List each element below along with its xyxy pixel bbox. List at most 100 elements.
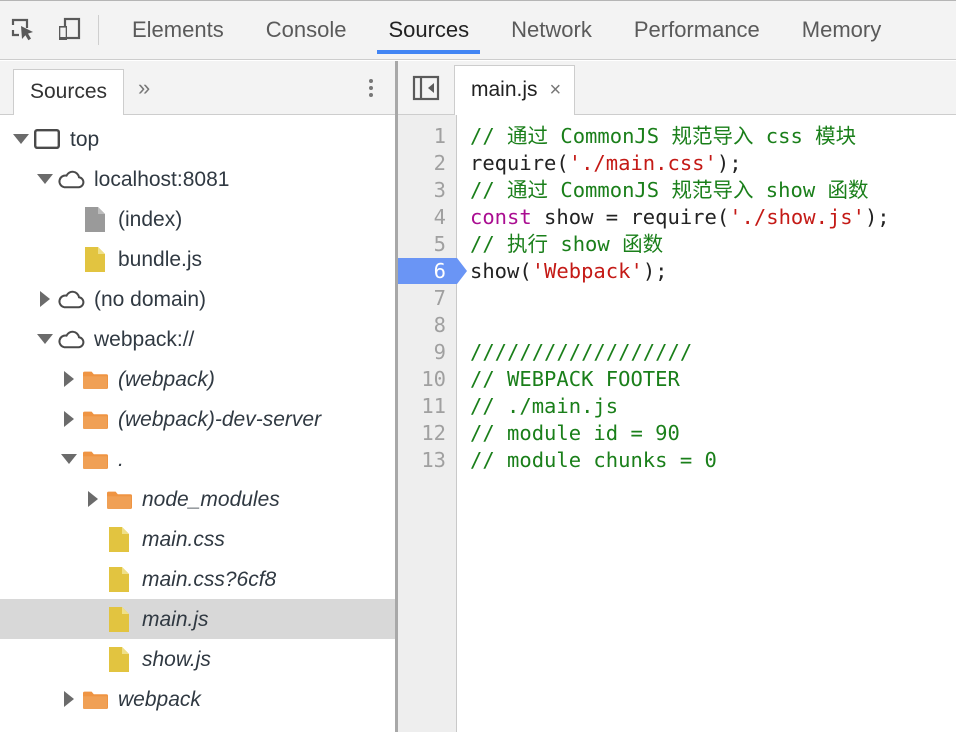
navigator-sidebar: Sources » toplocalhost:8081(index)bundle…: [0, 61, 395, 732]
chevron-down-icon[interactable]: [34, 319, 56, 359]
dot: [369, 93, 373, 97]
js-file-icon: [104, 559, 134, 599]
tree-row-show-js[interactable]: show.js: [0, 639, 395, 679]
line-number-label: 10: [421, 367, 446, 391]
line-number[interactable]: 3: [398, 177, 456, 204]
tree-row-[interactable]: .: [0, 439, 395, 479]
code-token-cm: // module chunks = 0: [470, 448, 717, 472]
twisty-spacer: [58, 239, 80, 279]
line-number-gutter: 12345678910111213: [398, 115, 457, 732]
devtools-toolbar: Elements Console Sources Network Perform…: [0, 0, 956, 60]
tree-row-webpack[interactable]: (webpack): [0, 359, 395, 399]
line-number[interactable]: 5: [398, 231, 456, 258]
tree-row-label: main.css?6cf8: [142, 569, 276, 590]
code-line: //////////////////: [470, 339, 956, 366]
line-number[interactable]: 2: [398, 150, 456, 177]
tab-elements[interactable]: Elements: [111, 0, 245, 60]
close-icon[interactable]: ×: [550, 80, 562, 100]
code-token-kw: const: [470, 205, 532, 229]
code-token-st: './show.js': [729, 205, 865, 229]
code-token-cm: // 通过 CommonJS 规范导入 show 函数: [470, 178, 869, 202]
tree-row-label: webpack: [118, 689, 201, 710]
line-number[interactable]: 9: [398, 339, 456, 366]
line-number[interactable]: 12: [398, 420, 456, 447]
chevron-double-right-icon[interactable]: »: [138, 75, 148, 101]
tree-row-no-domain[interactable]: (no domain): [0, 279, 395, 319]
folder-icon: [80, 439, 110, 479]
tree-row-main-css-6cf8[interactable]: main.css?6cf8: [0, 559, 395, 599]
editor-tab-label: main.js: [471, 78, 538, 102]
code-token-cm: // WEBPACK FOOTER: [470, 367, 680, 391]
toolbar-divider: [98, 15, 99, 45]
tree-row-label: .: [118, 449, 124, 470]
folder-icon: [80, 399, 110, 439]
chevron-right-icon[interactable]: [58, 679, 80, 719]
navigator-tab-label: Sources: [30, 80, 107, 104]
line-number[interactable]: 10: [398, 366, 456, 393]
line-number[interactable]: 1: [398, 123, 456, 150]
chevron-right-icon[interactable]: [58, 359, 80, 399]
tab-sources[interactable]: Sources: [367, 0, 490, 60]
code-token-st: './main.css': [569, 151, 717, 175]
chevron-right-icon[interactable]: [58, 399, 80, 439]
tree-row-label: webpack://: [94, 329, 194, 350]
code-content[interactable]: // 通过 CommonJS 规范导入 css 模块require('./mai…: [457, 115, 956, 732]
tab-network[interactable]: Network: [490, 0, 613, 60]
code-token-cm: // ./main.js: [470, 394, 618, 418]
chevron-down-icon[interactable]: [10, 119, 32, 159]
tree-row-main-js[interactable]: main.js: [0, 599, 395, 639]
execution-line-marker[interactable]: 6: [398, 258, 456, 285]
tree-row-webpack-dev-server[interactable]: (webpack)-dev-server: [0, 399, 395, 439]
inspect-element-icon[interactable]: [0, 0, 46, 60]
editor-tab-main-js[interactable]: main.js ×: [454, 65, 575, 115]
file-tree: toplocalhost:8081(index)bundle.js(no dom…: [0, 115, 395, 719]
code-line: // WEBPACK FOOTER: [470, 366, 956, 393]
tree-row-top[interactable]: top: [0, 119, 395, 159]
chevron-down-icon[interactable]: [58, 439, 80, 479]
tab-performance[interactable]: Performance: [613, 0, 781, 60]
line-number-label: 9: [434, 340, 446, 364]
navigator-header: Sources »: [0, 61, 395, 115]
tree-row-webpack[interactable]: webpack: [0, 679, 395, 719]
show-navigator-icon[interactable]: [398, 61, 454, 115]
editor-tabbar: main.js ×: [398, 61, 956, 115]
vertical-dots-icon[interactable]: [369, 76, 373, 100]
chevron-down-icon[interactable]: [34, 159, 56, 199]
line-number-label: 8: [434, 313, 446, 337]
folder-icon: [80, 359, 110, 399]
document-icon: [80, 199, 110, 239]
code-line: // ./main.js: [470, 393, 956, 420]
tree-row-label: main.js: [142, 609, 209, 630]
line-number[interactable]: 11: [398, 393, 456, 420]
tree-row-node-modules[interactable]: node_modules: [0, 479, 395, 519]
chevron-right-icon[interactable]: [82, 479, 104, 519]
tree-row-label: show.js: [142, 649, 211, 670]
code-token-pl: require(: [470, 151, 569, 175]
line-number-label: 1: [434, 124, 446, 148]
code-line: show('Webpack');: [470, 258, 956, 285]
code-line: require('./main.css');: [470, 150, 956, 177]
tree-row-label: main.css: [142, 529, 225, 550]
tree-row-localhost-8081[interactable]: localhost:8081: [0, 159, 395, 199]
frame-icon: [32, 119, 62, 159]
line-number[interactable]: 8: [398, 312, 456, 339]
js-file-icon: [80, 239, 110, 279]
tree-row-webpack[interactable]: webpack://: [0, 319, 395, 359]
code-line: [470, 312, 956, 339]
code-line: // 执行 show 函数: [470, 231, 956, 258]
line-number[interactable]: 13: [398, 447, 456, 474]
navigator-tab-sources[interactable]: Sources: [13, 69, 124, 115]
code-line: const show = require('./show.js');: [470, 204, 956, 231]
chevron-right-icon[interactable]: [34, 279, 56, 319]
device-toolbar-icon[interactable]: [46, 0, 92, 60]
tab-memory[interactable]: Memory: [781, 0, 902, 60]
code-token-cm: // 通过 CommonJS 规范导入 css 模块: [470, 124, 856, 148]
tree-row-index[interactable]: (index): [0, 199, 395, 239]
line-number-label: 7: [434, 286, 446, 310]
js-file-icon: [104, 599, 134, 639]
tree-row-bundle-js[interactable]: bundle.js: [0, 239, 395, 279]
tab-console[interactable]: Console: [245, 0, 368, 60]
line-number[interactable]: 7: [398, 285, 456, 312]
line-number[interactable]: 4: [398, 204, 456, 231]
tree-row-main-css[interactable]: main.css: [0, 519, 395, 559]
